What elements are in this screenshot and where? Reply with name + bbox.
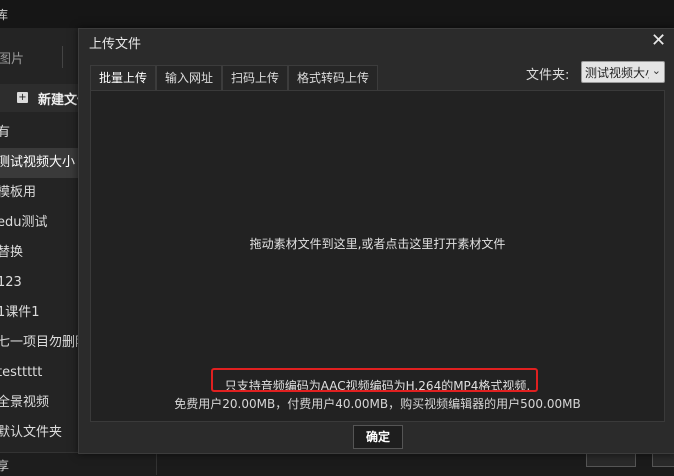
sidebar-bottom-bar: 享: [0, 452, 156, 476]
tab-url-input[interactable]: 输入网址: [156, 65, 223, 90]
highlight-box: [211, 368, 538, 392]
dialog-title: 上传文件: [89, 37, 142, 52]
share-label[interactable]: 享: [0, 457, 9, 474]
close-icon[interactable]: ✕: [651, 30, 666, 51]
drop-instructions: 拖动素材文件到这里,或者点击这里打开素材文件: [249, 237, 506, 251]
tab-batch-upload[interactable]: 批量上传: [90, 65, 157, 91]
upload-dialog: 上传文件 ✕ 批量上传 输入网址 扫码上传 格式转码上传 文件夹: 测试视频大小…: [78, 28, 674, 454]
app-title-fragment: 库: [0, 8, 9, 22]
upload-tabs: 批量上传 输入网址 扫码上传 格式转码上传: [90, 65, 379, 91]
tab-transcode-upload[interactable]: 格式转码上传: [288, 65, 379, 90]
tab-divider: [62, 46, 63, 68]
folder-label: 文件夹:: [526, 68, 570, 83]
plus-icon: +: [17, 92, 28, 103]
tab-qr-upload[interactable]: 扫码上传: [222, 65, 289, 90]
folder-select[interactable]: 测试视频大小 ⌄: [581, 61, 665, 83]
size-limit-hint: 免费用户20.00MB，付费用户40.00MB，购买视频编辑器的用户500.00…: [174, 397, 581, 411]
images-tab[interactable]: 图片: [0, 48, 24, 67]
chevron-down-icon: ⌄: [651, 64, 661, 77]
folder-select-value: 测试视频大小: [585, 66, 649, 80]
confirm-button[interactable]: 确定: [353, 425, 403, 449]
app-top-bar: 库: [0, 0, 674, 28]
